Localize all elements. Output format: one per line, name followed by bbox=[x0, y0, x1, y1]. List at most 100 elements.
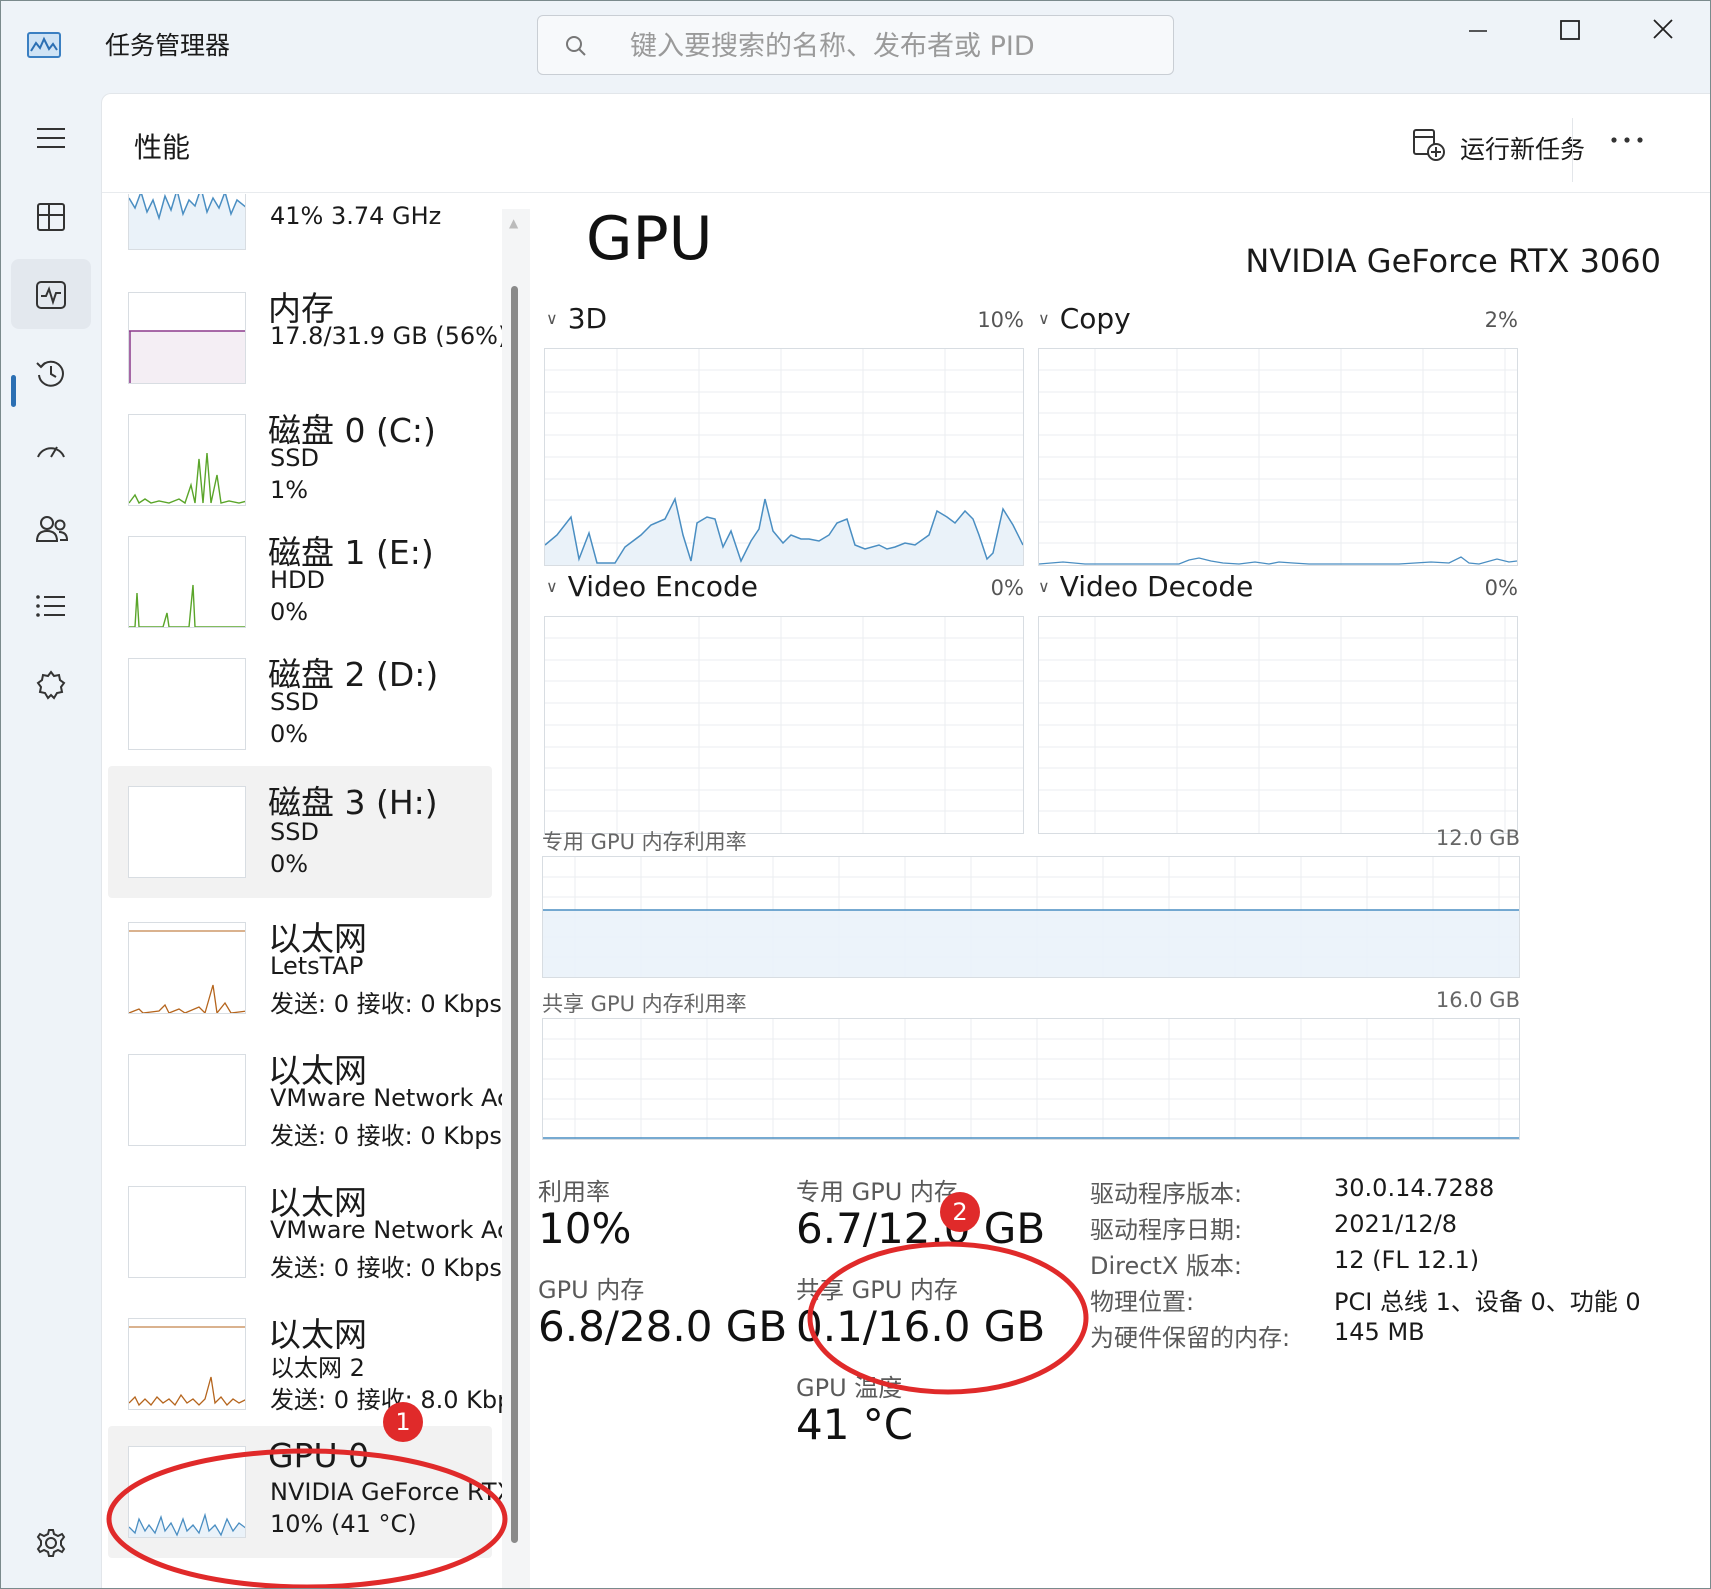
task-manager-window: 任务管理器 键入要搜索的名称、发布者或 PID 性能 运行新任务 41% 3.7… bbox=[0, 0, 1711, 1589]
disk1-usage: 0% bbox=[270, 598, 309, 626]
ethernet1-thumbnail-graph bbox=[128, 922, 246, 1014]
device-ethernet-4[interactable]: 以太网 以太网 2 发送: 0 接收: 8.0 Kbp bbox=[108, 1304, 502, 1426]
device-disk-0[interactable]: 磁盘 0 (C:) SSD 1% bbox=[108, 400, 492, 522]
gpu0-title: GPU 0 bbox=[268, 1436, 370, 1475]
performance-panel: 性能 运行新任务 41% 3.74 GHz 内存 17.8/31.9 GB (5… bbox=[101, 93, 1710, 1588]
run-new-task-icon bbox=[1413, 129, 1445, 161]
page-title: 性能 bbox=[134, 131, 191, 164]
nav-services[interactable] bbox=[11, 649, 91, 719]
disk2-type: SSD bbox=[270, 688, 319, 716]
nav-processes[interactable] bbox=[11, 181, 91, 251]
memory-usage-text: 17.8/31.9 GB (56%) bbox=[270, 322, 502, 350]
gpu-temperature-value: 41 °C bbox=[796, 1400, 914, 1449]
ethernet3-thumbnail-graph bbox=[128, 1186, 246, 1278]
scrollbar-thumb[interactable] bbox=[511, 286, 518, 1543]
minimize-button[interactable] bbox=[1433, 9, 1523, 57]
ethernet3-adapter: VMware Network Ac bbox=[270, 1216, 502, 1244]
device-ethernet-2[interactable]: 以太网 VMware Network Ac 发送: 0 接收: 0 Kbps bbox=[108, 1040, 502, 1162]
cpu-thumbnail-graph bbox=[128, 194, 246, 250]
gpu0-thumbnail-graph bbox=[128, 1446, 246, 1538]
nav-settings[interactable] bbox=[11, 1507, 91, 1577]
engine-video-decode-percent: 0% bbox=[1484, 576, 1518, 600]
search-box[interactable] bbox=[537, 15, 1174, 75]
nav-details[interactable] bbox=[11, 571, 91, 641]
disk3-title: 磁盘 3 (H:) bbox=[268, 783, 438, 822]
driver-date-value: 2021/12/8 bbox=[1334, 1210, 1458, 1238]
nav-performance[interactable] bbox=[11, 259, 91, 329]
engine-3d-label: 3D bbox=[567, 302, 608, 335]
directx-version-value: 12 (FL 12.1) bbox=[1334, 1246, 1480, 1274]
dedicated-memory-graph-max: 12.0 GB bbox=[1435, 826, 1520, 850]
more-options-button[interactable] bbox=[1602, 114, 1652, 164]
users-icon bbox=[35, 516, 69, 542]
ethernet4-thumbnail-graph bbox=[128, 1318, 246, 1410]
gpu-memory-label: GPU 内存 bbox=[538, 1276, 645, 1304]
app-history-icon bbox=[36, 360, 64, 387]
shared-memory-graph-max: 16.0 GB bbox=[1435, 988, 1520, 1012]
device-disk-2[interactable]: 磁盘 2 (D:) SSD 0% bbox=[108, 644, 492, 766]
engine-copy-percent: 2% bbox=[1484, 308, 1518, 332]
driver-version-value: 30.0.14.7288 bbox=[1334, 1174, 1495, 1202]
services-icon bbox=[36, 670, 66, 700]
engine-video-decode-graph bbox=[1038, 616, 1518, 834]
gpu-model-name: NVIDIA GeForce RTX 3060 bbox=[1245, 242, 1661, 280]
search-input[interactable] bbox=[628, 28, 1152, 64]
chevron-down-icon: ∨ bbox=[546, 577, 558, 596]
engine-copy-selector[interactable]: ∨ Copy bbox=[1038, 302, 1131, 335]
driver-version-label: 驱动程序版本: bbox=[1090, 1180, 1243, 1208]
engine-copy-graph bbox=[1038, 348, 1518, 566]
scroll-up-arrow-icon[interactable]: ▲ bbox=[509, 216, 518, 230]
processes-icon bbox=[37, 203, 65, 231]
engine-video-encode-selector[interactable]: ∨ Video Encode bbox=[546, 570, 758, 603]
driver-date-label: 驱动程序日期: bbox=[1090, 1216, 1243, 1244]
nav-users[interactable] bbox=[11, 493, 91, 563]
details-icon bbox=[36, 595, 65, 617]
ethernet1-throughput: 发送: 0 接收: 0 Kbps bbox=[270, 990, 502, 1018]
close-button[interactable] bbox=[1619, 9, 1709, 57]
device-memory[interactable]: 内存 17.8/31.9 GB (56%) bbox=[108, 278, 502, 400]
disk0-thumbnail-graph bbox=[128, 414, 246, 506]
disk2-usage: 0% bbox=[270, 720, 309, 748]
shared-memory-graph bbox=[542, 1018, 1520, 1140]
ethernet2-thumbnail-graph bbox=[128, 1054, 246, 1146]
nav-startup[interactable] bbox=[11, 415, 91, 485]
engine-video-decode-label: Video Decode bbox=[1059, 570, 1254, 603]
shared-memory-graph-label: 共享 GPU 内存利用率 bbox=[542, 992, 747, 1016]
dedicated-memory-graph bbox=[542, 856, 1520, 978]
physical-location-label: 物理位置: bbox=[1090, 1288, 1195, 1316]
header-divider bbox=[102, 192, 1710, 193]
dedicated-memory-graph-label: 专用 GPU 内存利用率 bbox=[542, 830, 747, 854]
directx-version-label: DirectX 版本: bbox=[1090, 1252, 1243, 1280]
disk3-thumbnail-graph bbox=[128, 786, 246, 878]
disk1-thumbnail-graph bbox=[128, 536, 246, 628]
utilization-label: 利用率 bbox=[538, 1178, 610, 1206]
close-icon bbox=[1653, 19, 1673, 39]
menu-icon bbox=[37, 128, 65, 148]
disk3-type: SSD bbox=[270, 818, 319, 846]
disk2-thumbnail-graph bbox=[128, 658, 246, 750]
hamburger-menu-button[interactable] bbox=[11, 103, 91, 173]
maximize-button[interactable] bbox=[1525, 9, 1615, 57]
device-disk-1[interactable]: 磁盘 1 (E:) HDD 0% bbox=[108, 522, 492, 644]
detail-heading: GPU bbox=[586, 204, 713, 274]
settings-gear-icon bbox=[36, 1529, 66, 1557]
device-gpu-0[interactable]: GPU 0 NVIDIA GeForce RTX 10% (41 °C) bbox=[108, 1426, 502, 1558]
ethernet2-throughput: 发送: 0 接收: 0 Kbps bbox=[270, 1122, 502, 1150]
gpu-temperature-label: GPU 温度 bbox=[796, 1374, 903, 1402]
reserved-memory-value: 145 MB bbox=[1334, 1318, 1425, 1346]
cpu-usage-text: 41% 3.74 GHz bbox=[270, 202, 442, 230]
run-new-task-label: 运行新任务 bbox=[1460, 135, 1586, 164]
engine-video-decode-selector[interactable]: ∨ Video Decode bbox=[1038, 570, 1253, 603]
memory-thumbnail-graph bbox=[128, 292, 246, 384]
nav-app-history[interactable] bbox=[11, 337, 91, 407]
engine-video-encode-graph bbox=[544, 616, 1024, 834]
engine-3d-graph bbox=[544, 348, 1024, 566]
search-icon bbox=[566, 36, 586, 56]
device-ethernet-1[interactable]: 以太网 LetsTAP 发送: 0 接收: 0 Kbps bbox=[108, 908, 502, 1030]
more-dots-icon bbox=[1611, 137, 1643, 143]
physical-location-value: PCI 总线 1、设备 0、功能 0 bbox=[1334, 1288, 1641, 1316]
device-disk-3[interactable]: 磁盘 3 (H:) SSD 0% bbox=[108, 766, 492, 898]
engine-3d-selector[interactable]: ∨ 3D bbox=[546, 302, 607, 335]
device-ethernet-3[interactable]: 以太网 VMware Network Ac 发送: 0 接收: 0 Kbps bbox=[108, 1172, 502, 1294]
disk1-type: HDD bbox=[270, 566, 326, 594]
